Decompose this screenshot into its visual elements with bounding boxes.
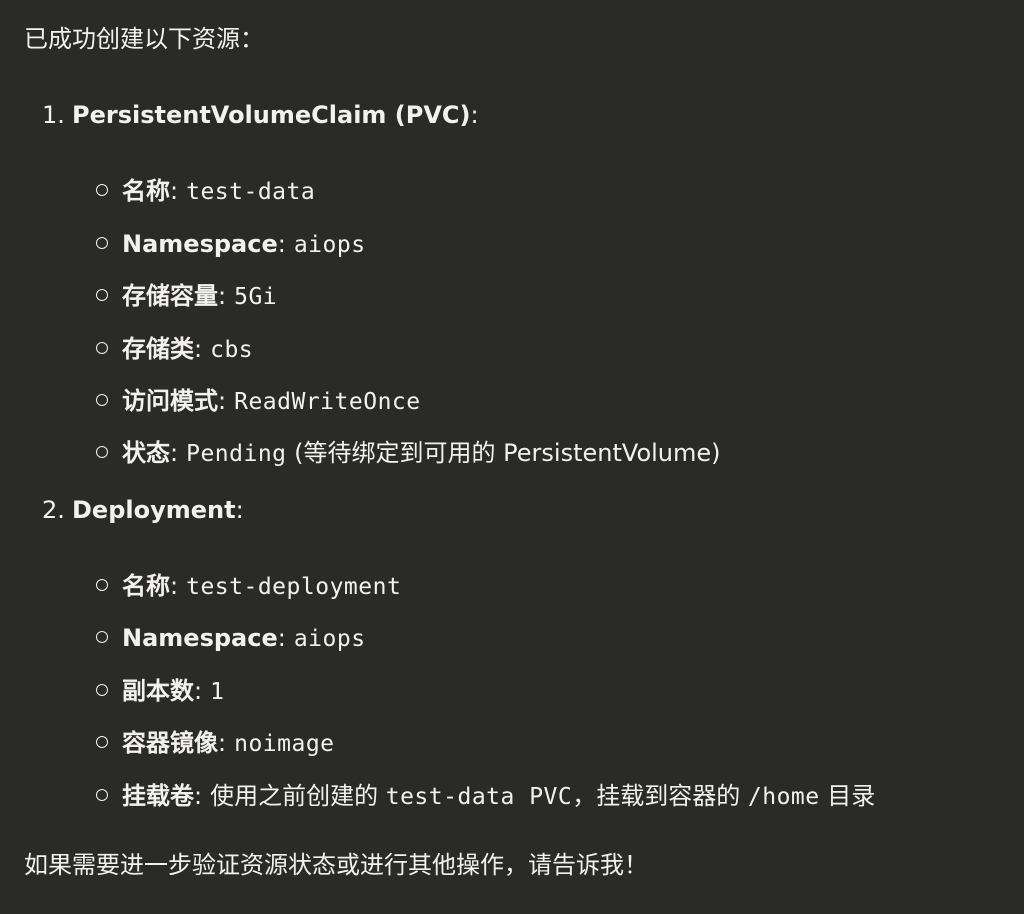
outro-text: 如果需要进一步验证资源状态或进行其他操作，请告诉我！ <box>24 851 648 879</box>
item-value: ReadWriteOnce <box>234 389 421 415</box>
item-separator: : <box>170 439 179 467</box>
item-value: 5Gi <box>234 284 278 310</box>
item-label: Namespace <box>122 624 278 652</box>
list-item: Namespace: aiops <box>96 623 366 654</box>
section-pvc-heading: 1. PersistentVolumeClaim (PVC): <box>42 100 479 130</box>
item-separator: : <box>218 282 227 310</box>
section-title-suffix: : <box>235 496 244 524</box>
item-label: 存储类 <box>122 335 194 363</box>
list-item: 名称: test-data <box>96 176 315 207</box>
bullet-icon <box>96 579 108 591</box>
bullet-icon <box>96 684 108 696</box>
item-separator: : <box>170 572 179 600</box>
item-value: test-deployment <box>186 574 402 600</box>
section-title: PersistentVolumeClaim (PVC) <box>72 101 471 129</box>
item-label: 容器镜像 <box>122 729 218 757</box>
bullet-icon <box>96 446 108 458</box>
list-item: 访问模式: ReadWriteOnce <box>96 386 421 417</box>
list-item: 容器镜像: noimage <box>96 728 335 759</box>
section-deployment-heading: 2. Deployment: <box>42 495 244 525</box>
bullet-icon <box>96 736 108 748</box>
list-item: 存储容量: 5Gi <box>96 281 277 312</box>
bullet-icon <box>96 237 108 249</box>
item-value: aiops <box>293 232 366 258</box>
bullet-icon <box>96 342 108 354</box>
intro-text: 已成功创建以下资源： <box>24 25 264 53</box>
item-value: 1 <box>210 679 225 705</box>
mount-path-code: /home <box>747 784 820 810</box>
list-number: 2. <box>42 496 65 524</box>
item-label: 副本数 <box>122 677 194 705</box>
item-separator: : <box>194 335 203 363</box>
item-value: noimage <box>234 731 335 757</box>
bullet-icon <box>96 184 108 196</box>
item-value: Pending <box>186 441 287 467</box>
mount-pvc-code: test-data PVC <box>385 784 573 810</box>
bullet-icon <box>96 394 108 406</box>
list-item: 名称: test-deployment <box>96 571 401 602</box>
item-note: (等待绑定到可用的 PersistentVolume) <box>294 439 721 467</box>
list-item: 存储类: cbs <box>96 334 253 365</box>
mount-text: 使用之前创建的 <box>210 782 379 810</box>
list-item: Namespace: aiops <box>96 229 366 260</box>
mount-text: ，挂载到容器的 <box>572 782 741 810</box>
list-number: 1. <box>42 101 65 129</box>
mount-text: 目录 <box>827 782 876 810</box>
item-separator: : <box>194 782 203 810</box>
section-title: Deployment <box>72 496 236 524</box>
item-value: test-data <box>186 179 316 205</box>
list-item: 副本数: 1 <box>96 676 224 707</box>
item-label: 名称 <box>122 572 170 600</box>
item-separator: : <box>218 729 227 757</box>
item-label: 挂载卷 <box>122 782 194 810</box>
item-label: Namespace <box>122 230 278 258</box>
item-separator: : <box>194 677 203 705</box>
item-label: 名称 <box>122 177 170 205</box>
bullet-icon <box>96 289 108 301</box>
list-item: 挂载卷: 使用之前创建的 test-data PVC，挂载到容器的 /home 目… <box>96 781 875 812</box>
item-value: cbs <box>210 337 254 363</box>
item-label: 访问模式 <box>122 387 218 415</box>
section-title-suffix: : <box>470 101 479 129</box>
item-label: 存储容量 <box>122 282 218 310</box>
item-value: aiops <box>293 626 366 652</box>
item-label: 状态 <box>122 439 170 467</box>
item-separator: : <box>218 387 227 415</box>
list-item: 状态: Pending (等待绑定到可用的 PersistentVolume) <box>96 438 721 469</box>
item-separator: : <box>277 230 286 258</box>
item-separator: : <box>170 177 179 205</box>
bullet-icon <box>96 631 108 643</box>
bullet-icon <box>96 789 108 801</box>
item-separator: : <box>277 624 286 652</box>
